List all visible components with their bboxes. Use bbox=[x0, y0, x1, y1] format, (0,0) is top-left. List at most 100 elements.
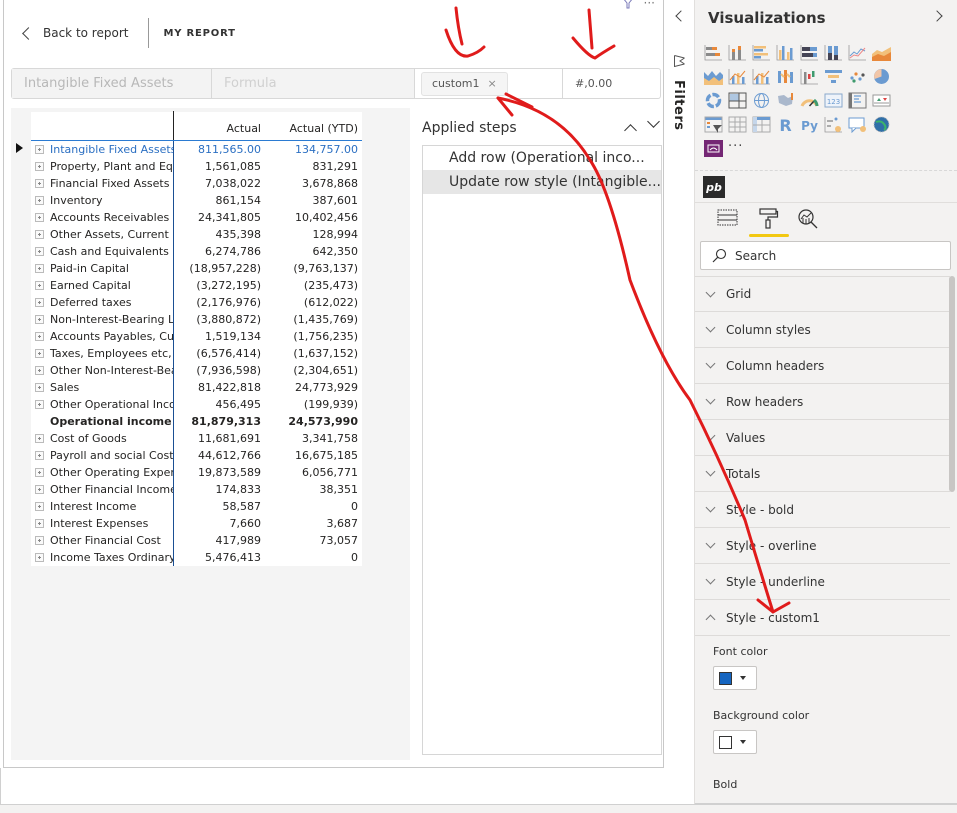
expand-row-icon[interactable] bbox=[35, 434, 44, 443]
pie-chart-icon[interactable] bbox=[872, 68, 891, 85]
expand-row-icon[interactable] bbox=[35, 383, 44, 392]
arcgis-map-icon[interactable] bbox=[872, 116, 891, 133]
row-header[interactable]: Financial Fixed Assets bbox=[31, 175, 174, 192]
format-section-style-custom1[interactable]: Style - custom1 bbox=[695, 600, 950, 636]
stacked-column-chart-icon[interactable] bbox=[728, 44, 747, 61]
table-row[interactable]: Inventory 861,154 387,601 bbox=[31, 192, 362, 209]
ribbon-chart-icon[interactable] bbox=[776, 68, 795, 85]
expand-row-icon[interactable] bbox=[35, 281, 44, 290]
row-header[interactable]: Payroll and social Cost bbox=[31, 447, 174, 464]
table-row[interactable]: Other Financial Income 174,833 38,351 bbox=[31, 481, 362, 498]
row-header[interactable]: Income Taxes Ordinary bbox=[31, 549, 174, 566]
treemap-icon[interactable] bbox=[728, 92, 747, 109]
map-icon[interactable] bbox=[752, 92, 771, 109]
filters-label[interactable]: Filters bbox=[671, 80, 686, 130]
row-header[interactable]: Interest Expenses bbox=[31, 515, 174, 532]
expand-row-icon[interactable] bbox=[35, 519, 44, 528]
expand-row-icon[interactable] bbox=[35, 366, 44, 375]
more-visuals-icon[interactable]: ··· bbox=[728, 140, 747, 157]
multi-row-card-icon[interactable] bbox=[848, 92, 867, 109]
expand-filters-chevron-icon[interactable] bbox=[675, 10, 687, 22]
table-row[interactable]: Taxes, Employees etc, Current (6,576,414)… bbox=[31, 345, 362, 362]
expand-row-icon[interactable] bbox=[35, 179, 44, 188]
funnel-chart-icon[interactable] bbox=[824, 68, 843, 85]
style-chip-custom1[interactable]: custom1 × bbox=[421, 71, 508, 96]
matrix-header-actual[interactable]: Actual bbox=[174, 122, 263, 135]
row-header[interactable]: Taxes, Employees etc, Current bbox=[31, 345, 174, 362]
table-row[interactable]: Income Taxes Ordinary 5,476,413 0 bbox=[31, 549, 362, 566]
format-section-style-underline[interactable]: Style - underline bbox=[695, 564, 950, 600]
expand-row-icon[interactable] bbox=[35, 451, 44, 460]
table-row[interactable]: Earned Capital (3,272,195) (235,473) bbox=[31, 277, 362, 294]
tab-format[interactable] bbox=[749, 208, 789, 237]
format-section-style-bold[interactable]: Style - bold bbox=[695, 492, 950, 528]
matrix-header-actual-ytd[interactable]: Actual (YTD) bbox=[263, 122, 360, 135]
stacked-area-chart-icon[interactable] bbox=[704, 68, 723, 85]
table-row[interactable]: Interest Expenses 7,660 3,687 bbox=[31, 515, 362, 532]
formula-field[interactable]: Formula bbox=[212, 69, 415, 98]
applied-step-item[interactable]: Update row style (Intangible... bbox=[423, 170, 661, 194]
row-header[interactable]: Other Operational Income bbox=[31, 396, 174, 413]
table-row[interactable]: Paid-in Capital (18,957,228) (9,763,137) bbox=[31, 260, 362, 277]
line-chart-icon[interactable] bbox=[848, 44, 867, 61]
table-row[interactable]: Other Non-Interest-Bearing (7,936,598) (2,… bbox=[31, 362, 362, 379]
expand-row-icon[interactable] bbox=[35, 196, 44, 205]
row-header[interactable]: Operational income bbox=[31, 413, 174, 430]
row-header[interactable]: Paid-in Capital bbox=[31, 260, 174, 277]
100-stacked-bar-chart-icon[interactable] bbox=[800, 44, 819, 61]
table-row[interactable]: Payroll and social Cost 44,612,766 16,675,… bbox=[31, 447, 362, 464]
100-stacked-column-chart-icon[interactable] bbox=[824, 44, 843, 61]
r-script-visual-icon[interactable]: R bbox=[776, 116, 795, 133]
expand-row-icon[interactable] bbox=[35, 332, 44, 341]
gauge-icon[interactable] bbox=[800, 92, 819, 109]
row-header[interactable]: Other Financial Income bbox=[31, 481, 174, 498]
pb-custom-visual-icon[interactable]: pb bbox=[703, 176, 725, 198]
line-and-stacked-column-chart-icon[interactable] bbox=[728, 68, 747, 85]
remove-style-icon[interactable]: × bbox=[488, 77, 497, 90]
line-and-clustered-column-chart-icon[interactable] bbox=[752, 68, 771, 85]
scatter-chart-icon[interactable] bbox=[848, 68, 867, 85]
expand-row-icon[interactable] bbox=[35, 315, 44, 324]
table-row[interactable]: Financial Fixed Assets 7,038,022 3,678,868 bbox=[31, 175, 362, 192]
card-icon[interactable]: 123 bbox=[824, 92, 843, 109]
expand-pane-chevron-icon[interactable] bbox=[931, 10, 943, 22]
row-header[interactable]: Cost of Goods bbox=[31, 430, 174, 447]
expand-row-icon[interactable] bbox=[35, 247, 44, 256]
format-section-column-styles[interactable]: Column styles bbox=[695, 312, 950, 348]
table-row[interactable]: Property, Plant and Equipment 1,561,085 83… bbox=[31, 158, 362, 175]
table-row[interactable]: Deferred taxes (2,176,976) (612,022) bbox=[31, 294, 362, 311]
table-row[interactable]: Other Assets, Current 435,398 128,994 bbox=[31, 226, 362, 243]
tab-analytics[interactable] bbox=[797, 208, 819, 230]
table-row[interactable]: Interest Income 58,587 0 bbox=[31, 498, 362, 515]
filters-pane-collapsed[interactable]: Filters bbox=[664, 0, 695, 804]
matrix-icon[interactable] bbox=[752, 116, 771, 133]
format-section-totals[interactable]: Totals bbox=[695, 456, 950, 492]
expand-row-icon[interactable] bbox=[35, 553, 44, 562]
format-search-input[interactable]: Search bbox=[700, 241, 951, 270]
expand-row-icon[interactable] bbox=[35, 145, 44, 154]
table-row[interactable]: Intangible Fixed Assets 811,565.00 134,757… bbox=[31, 141, 362, 158]
format-section-values[interactable]: Values bbox=[695, 420, 950, 456]
row-header[interactable]: Accounts Payables, Current bbox=[31, 328, 174, 345]
stacked-bar-chart-icon[interactable] bbox=[704, 44, 723, 61]
table-icon[interactable] bbox=[728, 116, 747, 133]
row-header[interactable]: Interest Income bbox=[31, 498, 174, 515]
table-row[interactable]: Cash and Equivalents 6,274,786 642,350 bbox=[31, 243, 362, 260]
qa-visual-icon[interactable] bbox=[848, 116, 867, 133]
row-header[interactable]: Inventory bbox=[31, 192, 174, 209]
expand-row-icon[interactable] bbox=[35, 162, 44, 171]
format-section-row-headers[interactable]: Row headers bbox=[695, 384, 950, 420]
tab-fields[interactable] bbox=[717, 208, 739, 230]
row-header[interactable]: Property, Plant and Equipment bbox=[31, 158, 174, 175]
expand-row-icon[interactable] bbox=[35, 298, 44, 307]
row-header[interactable]: Other Non-Interest-Bearing bbox=[31, 362, 174, 379]
area-chart-icon[interactable] bbox=[872, 44, 891, 61]
move-step-up-icon[interactable] bbox=[624, 124, 637, 137]
table-row[interactable]: Cost of Goods 11,681,691 3,341,758 bbox=[31, 430, 362, 447]
expand-row-icon[interactable] bbox=[35, 502, 44, 511]
background-color-picker[interactable] bbox=[713, 730, 757, 754]
table-row[interactable]: Sales 81,422,818 24,773,929 bbox=[31, 379, 362, 396]
row-header[interactable]: Intangible Fixed Assets bbox=[31, 141, 174, 158]
more-options-icon[interactable]: ··· bbox=[644, 0, 655, 10]
row-header[interactable]: Other Financial Cost bbox=[31, 532, 174, 549]
